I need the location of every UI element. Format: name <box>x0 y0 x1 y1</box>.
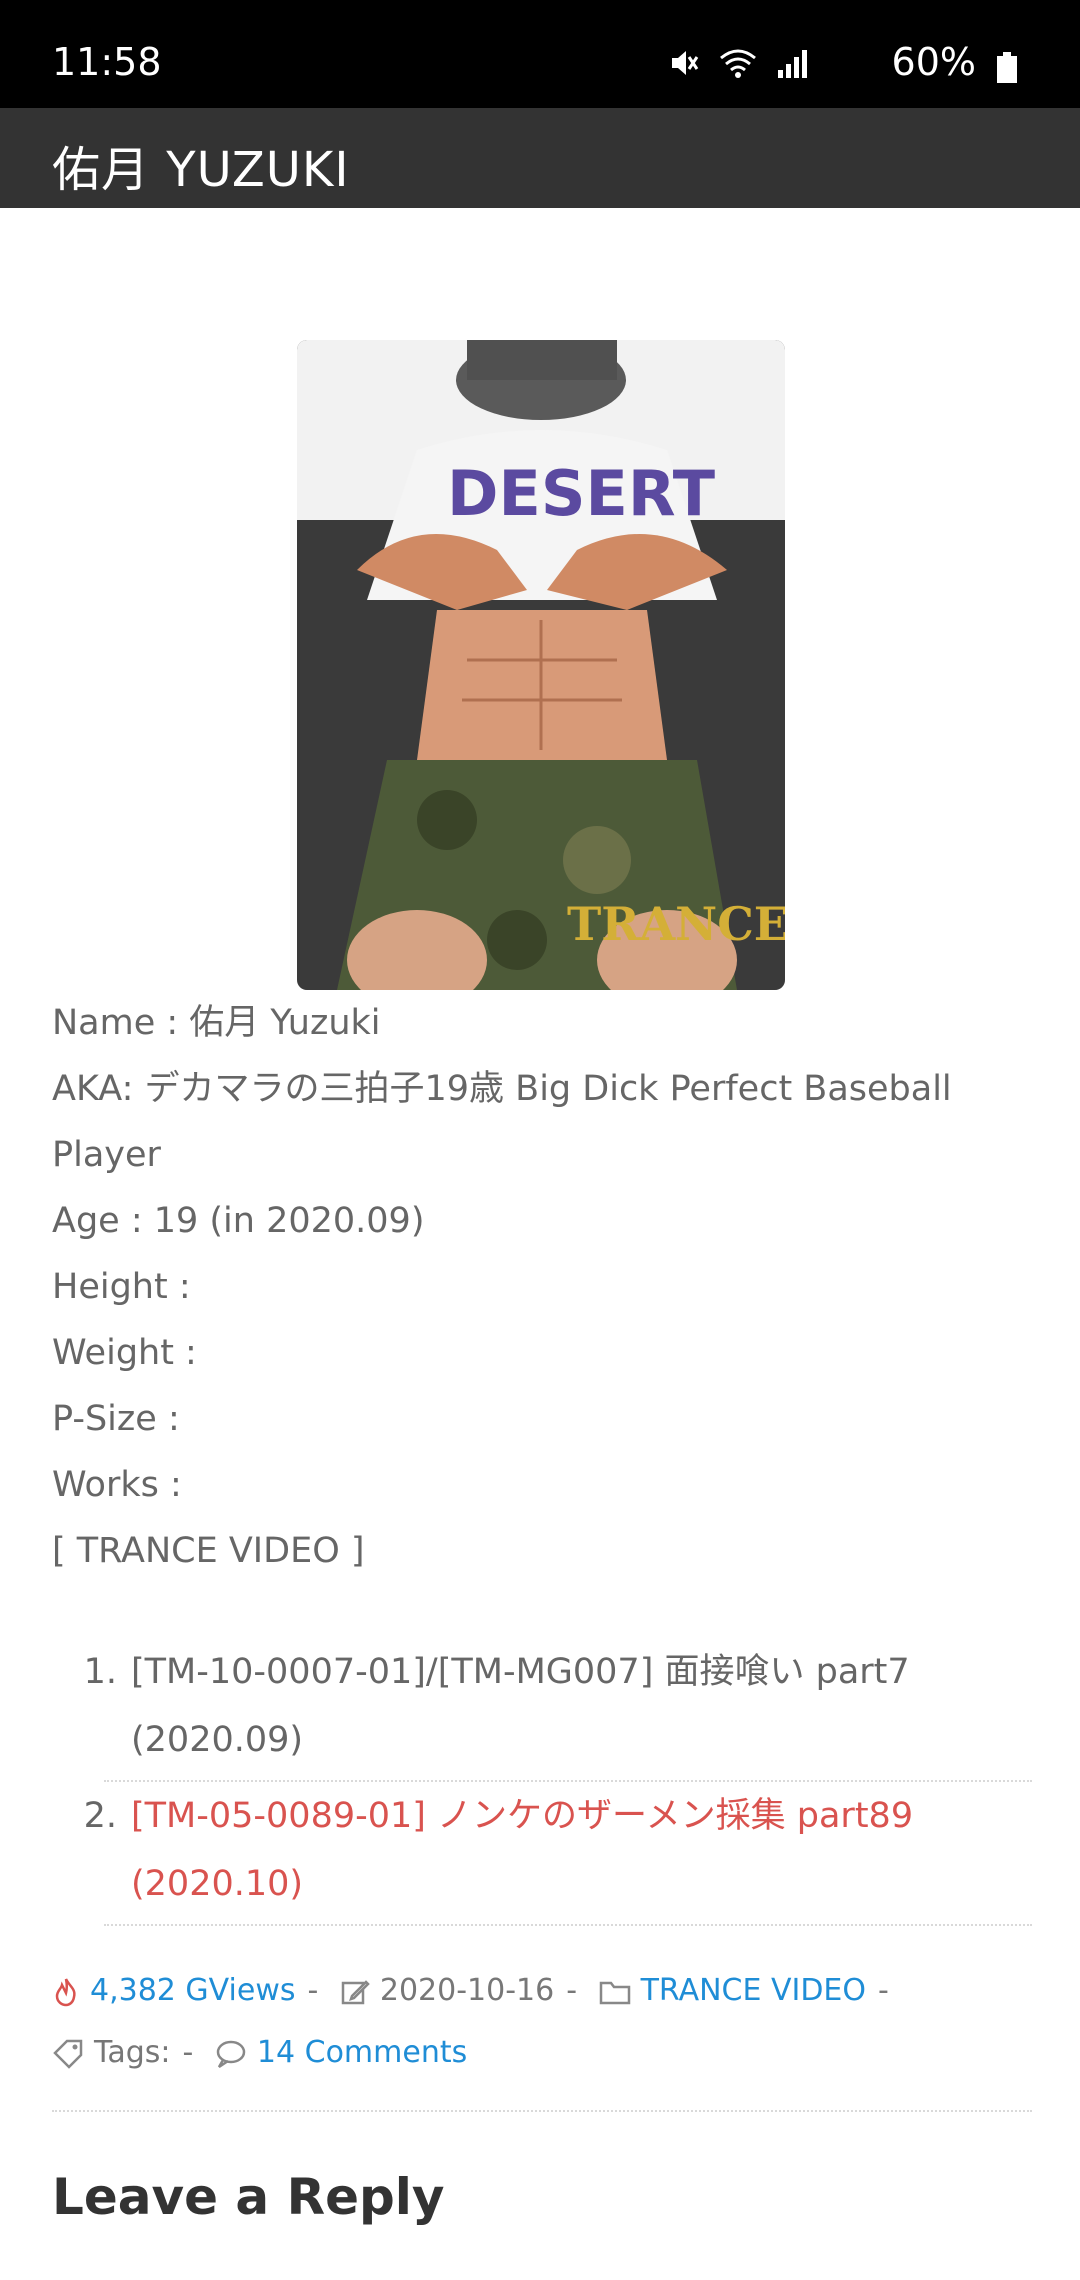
list-item[interactable]: 1. [TM-10-0007-01]/[TM-MG007] 面接喰い part7… <box>84 1638 1032 1782</box>
list-item-text: [TM-10-0007-01]/[TM-MG007] 面接喰い part7 (2… <box>131 1638 910 1774</box>
list-item-date: (2020.09) <box>131 1720 304 1760</box>
profile-weight: Weight : <box>52 1333 197 1373</box>
separator: - <box>182 2035 194 2070</box>
status-icons <box>666 46 810 80</box>
post-date: 2020-10-16 <box>379 1973 555 2008</box>
separator: - <box>878 1973 889 2008</box>
profile-psize: P-Size : <box>52 1399 180 1439</box>
status-bar: 11:58 60% <box>0 0 1080 108</box>
app-bar: 佑月 YUZUKI <box>0 108 1080 208</box>
list-item-title: [TM-05-0089-01] ノンケのザーメン採集 part89 <box>131 1796 914 1836</box>
profile-aka-cont: Player <box>52 1135 161 1175</box>
battery-icon <box>997 52 1017 83</box>
wifi-icon <box>720 49 756 78</box>
profile-height: Height : <box>52 1267 191 1307</box>
profile-photo[interactable]: DESERT TRANCE <box>297 340 785 990</box>
mute-icon <box>672 51 699 75</box>
comment-icon <box>216 2040 246 2068</box>
list-item-title: [TM-10-0007-01]/[TM-MG007] 面接喰い part7 <box>131 1652 910 1692</box>
profile-age: Age : 19 (in 2020.09) <box>52 1201 425 1241</box>
shirt-print: DESERT <box>447 457 715 530</box>
folder-icon <box>599 1981 630 2004</box>
tag-icon <box>53 2039 83 2069</box>
edit-icon <box>341 1979 370 2004</box>
works-list: 1. [TM-10-0007-01]/[TM-MG007] 面接喰い part7… <box>52 1638 1032 1926</box>
list-item[interactable]: 2. [TM-05-0089-01] ノンケのザーメン採集 part89 (20… <box>84 1782 1032 1926</box>
list-item-number: 1. <box>83 1652 117 1692</box>
profile-photo-illustration: DESERT TRANCE <box>297 340 785 990</box>
category-link[interactable]: TRANCE VIDEO <box>641 1973 866 2008</box>
fire-icon <box>55 1977 76 2006</box>
page-title: 佑月 YUZUKI <box>52 142 350 198</box>
battery-percent: 60% <box>891 40 976 84</box>
profile-works: Works : <box>52 1465 182 1505</box>
status-time: 11:58 <box>52 40 162 84</box>
post-meta: 4,382 GViews - 2020-10-16- TRANCE VIDEO - … <box>52 1960 1032 2084</box>
views-count[interactable]: 4,382 GViews <box>90 1973 296 2008</box>
separator: - <box>307 1973 319 2008</box>
comments-link[interactable]: 14 Comments <box>257 2035 467 2070</box>
profile-aka: AKA: デカマラの三拍子19歳 Big Dick Perfect Baseba… <box>52 1069 952 1109</box>
list-item-date: (2020.10) <box>131 1864 304 1904</box>
tags-label: Tags: <box>94 2035 171 2070</box>
separator: - <box>566 1973 578 2008</box>
list-item-text: [TM-05-0089-01] ノンケのザーメン採集 part89 (2020.… <box>131 1782 913 1918</box>
reply-heading: Leave a Reply <box>52 2168 445 2226</box>
profile-name: Name : 佑月 Yuzuki <box>52 1003 381 1043</box>
trance-logo: TRANCE <box>567 897 785 951</box>
list-item-number: 2. <box>83 1796 117 1836</box>
signal-icon <box>778 50 807 78</box>
divider <box>52 2110 1032 2112</box>
profile-details: Name : 佑月 Yuzuki AKA: デカマラの三拍子19歳 Big Di… <box>52 990 1032 1584</box>
profile-studio-label: [ TRANCE VIDEO ] <box>52 1531 365 1571</box>
